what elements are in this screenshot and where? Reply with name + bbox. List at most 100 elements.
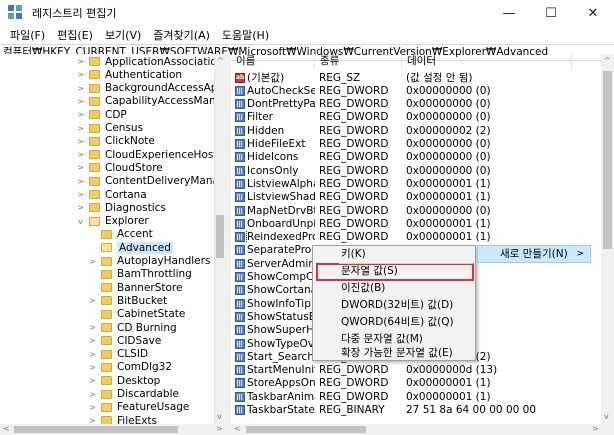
maximize-button[interactable]: ☐ [530,0,572,26]
tree-item[interactable]: > CloudExperienceHost [76,148,217,161]
table-row[interactable]: HideFileExt REG_DWORD 0x00000000 (0) [231,138,572,151]
tree-item[interactable]: > Authentication [76,68,182,81]
menu-view[interactable]: 보기(V) [99,27,147,43]
tree-scroll-up-icon[interactable]: ^ [217,56,224,65]
tree-item[interactable]: > Discardable [88,388,179,401]
table-row[interactable]: IconsOnly REG_DWORD 0x00000000 (0) [231,164,572,177]
table-row[interactable]: HideIcons REG_DWORD 0x00000000 (0) [231,151,572,164]
chevron-right-icon[interactable]: > [88,350,97,359]
table-row[interactable]: TaskbarStateLas... REG_BINARY 27 51 8a 64 … [231,404,572,417]
table-row[interactable]: TaskbarAnimati... REG_DWORD 0x00000001 (1) [231,390,572,403]
tree-item[interactable]: > FileExts [88,414,157,424]
tree-item[interactable]: > ClickNote [76,135,155,148]
tree-scroll-thumb[interactable] [216,215,224,258]
tree-item[interactable]: > CapabilityAccessManager [76,95,226,108]
chevron-right-icon[interactable]: > [76,110,85,119]
context-menu-item[interactable]: 문자열 값(S) [313,263,475,280]
tree-item[interactable]: Advanced [88,241,173,254]
chevron-right-icon[interactable]: > [88,416,97,424]
tree-item[interactable]: > ComDlg32 [88,361,172,374]
tree-item[interactable]: > Desktop [88,374,160,387]
context-menu-item[interactable]: DWORD(32비트) 값(D) [313,297,475,314]
tree-item[interactable]: > FeatureUsage [88,401,189,414]
chevron-right-icon[interactable]: > [76,124,85,133]
menu-favorites[interactable]: 즐겨찾기(A) [147,27,216,43]
tree-item[interactable]: > Diagnostics [76,201,166,214]
chevron-right-icon[interactable]: > [76,137,85,146]
table-row[interactable]: AutoCheckSelect REG_DWORD 0x00000000 (0) [231,84,572,97]
list-scroll-up-icon[interactable]: ^ [604,56,611,65]
chevron-right-icon[interactable]: > [88,403,97,412]
chevron-right-icon[interactable]: > [76,150,85,159]
context-menu-item[interactable]: 키(K) [313,246,475,263]
tree-item[interactable]: BannerStore [88,281,182,294]
tree-scroll-right-icon[interactable]: > [216,424,223,433]
tree-scroll-left-icon[interactable]: < [3,424,10,433]
chevron-down-icon[interactable]: v [76,217,85,226]
context-menu-item[interactable]: 이진값(B) [313,280,475,297]
list-scroll-left-icon[interactable]: < [234,424,241,433]
chevron-right-icon[interactable]: > [88,363,97,372]
tree-item[interactable]: > CD Burning [88,321,177,334]
column-data[interactable]: 데이터 [402,54,572,69]
tree-item[interactable]: Accent [88,228,153,241]
context-menu-item[interactable]: QWORD(64비트) 값(Q) [313,314,475,331]
list-scroll-right-icon[interactable]: > [592,424,599,433]
tree-item[interactable]: > AutoplayHandlers [88,255,210,268]
table-row[interactable]: MapNetDrvBtn REG_DWORD 0x00000000 (0) [231,204,572,217]
binary-value-icon [235,99,245,110]
table-row[interactable]: StartMenuInit REG_DWORD 0x0000000d (13) [231,364,572,377]
chevron-right-icon[interactable]: > [88,390,97,399]
tree-item[interactable]: > ContentDeliveryManager [76,175,226,188]
tree-scroll-down-icon[interactable]: v [217,412,222,421]
list-scroll-down-icon[interactable]: v [604,412,609,421]
close-button[interactable]: ✕ [572,0,614,26]
chevron-right-icon[interactable]: > [88,336,97,345]
table-row[interactable]: OnboardUnpinC... REG_DWORD 0x00000001 (1) [231,217,572,230]
chevron-right-icon[interactable]: > [88,296,97,305]
context-menu-item[interactable]: 확장 가능한 문자열 값(E) [313,345,475,362]
chevron-right-icon[interactable]: > [76,203,85,212]
table-row[interactable]: ReindexedProfile REG_DWORD 0x00000001 (1) [231,231,572,244]
table-row[interactable]: ListviewShadow REG_DWORD 0x00000001 (1) [231,191,572,204]
tree-item[interactable]: v Explorer [76,215,149,228]
chevron-right-icon[interactable]: > [88,257,97,266]
table-row[interactable]: DontPrettyPath REG_DWORD 0x00000000 (0) [231,98,572,111]
menu-file[interactable]: 파일(F) [4,27,51,43]
table-row[interactable]: ab (기본값) REG_SZ (값 설정 안 됨) [231,71,572,84]
tree-item[interactable]: > BackgroundAccessApplicatior [76,82,226,95]
tree-item[interactable]: > BitBucket [88,294,167,307]
tree-hscroll-thumb[interactable] [14,426,178,433]
tree-item[interactable]: > CIDSave [88,334,161,347]
chevron-right-icon[interactable]: > [76,163,85,172]
table-row[interactable]: ListviewAlphaSe... REG_DWORD 0x00000001 (1… [231,177,572,190]
tree-item[interactable]: > Cortana [76,188,147,201]
chevron-right-icon[interactable]: > [88,323,97,332]
new-submenu-item[interactable]: 새로 만들기(N) > [477,245,591,263]
tree-item[interactable]: > Census [76,122,143,135]
tree-item[interactable]: > CLSID [88,348,148,361]
column-type[interactable]: 종류 [315,54,402,69]
tree-item[interactable]: BamThrottling [88,268,192,281]
chevron-right-icon[interactable]: > [76,84,85,93]
tree-item[interactable]: > ApplicationAssociationToasts [76,55,226,68]
table-row[interactable]: Hidden REG_DWORD 0x00000002 (2) [231,124,572,137]
chevron-right-icon[interactable]: > [76,70,85,79]
list-scroll-thumb[interactable] [603,71,612,249]
table-row[interactable]: Filter REG_DWORD 0x00000000 (0) [231,111,572,124]
binary-value-icon [235,272,245,282]
tree-item[interactable]: CabinetState [88,308,185,321]
tree-item[interactable]: > CDP [76,108,127,121]
table-row[interactable]: StoreAppsOnTa... REG_DWORD 0x00000001 (1) [231,377,572,390]
chevron-right-icon[interactable]: > [76,177,85,186]
list-hscroll-thumb[interactable] [246,426,366,433]
menu-edit[interactable]: 편집(E) [51,27,99,43]
chevron-right-icon[interactable]: > [76,190,85,199]
minimize-button[interactable]: — [488,0,530,26]
chevron-right-icon[interactable]: > [88,376,97,385]
tree-item[interactable]: > CloudStore [76,161,163,174]
menu-help[interactable]: 도움말(H) [216,27,275,43]
column-name[interactable]: 이름 [231,54,315,69]
chevron-right-icon[interactable]: > [76,57,85,66]
chevron-right-icon[interactable]: > [76,97,85,106]
